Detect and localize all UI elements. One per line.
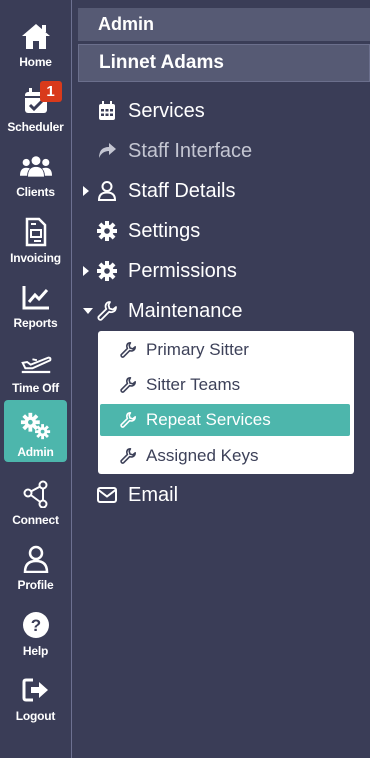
menu-item-permissions[interactable]: Permissions	[82, 254, 237, 288]
menu-item-email[interactable]: Email	[82, 478, 178, 512]
menu-item-maintenance[interactable]: Maintenance	[82, 294, 243, 328]
user-name-header: Linnet Adams	[78, 44, 370, 82]
caret-down-icon	[82, 307, 96, 315]
calendar-icon	[96, 100, 118, 122]
wrench-icon	[120, 341, 138, 359]
nav-profile-label: Profile	[17, 578, 54, 592]
submenu-item-assigned-keys[interactable]: Assigned Keys	[100, 440, 350, 472]
nav-help-label: Help	[22, 644, 49, 658]
nav-logout-label: Logout	[15, 709, 56, 723]
wrench-icon	[120, 411, 138, 429]
submenu-item-sitter-teams[interactable]: Sitter Teams	[100, 369, 350, 401]
nav-admin[interactable]: Admin	[4, 400, 67, 462]
envelope-icon	[96, 484, 118, 506]
gear-icon	[96, 260, 118, 282]
nav-invoicing[interactable]: Invoicing	[4, 210, 67, 272]
nav-scheduler[interactable]: 1 Scheduler	[4, 79, 67, 141]
submenu-item-label: Primary Sitter	[146, 340, 249, 359]
gears-icon	[20, 410, 52, 442]
menu-item-label: Maintenance	[128, 299, 243, 322]
home-icon	[20, 20, 52, 52]
nav-reports-label: Reports	[13, 316, 58, 330]
wrench-icon	[120, 376, 138, 394]
nav-connect-label: Connect	[12, 513, 59, 527]
calendar-check-icon: 1	[20, 81, 62, 117]
submenu-item-repeat-services[interactable]: Repeat Services	[100, 404, 350, 436]
nav-clients-label: Clients	[16, 185, 55, 199]
nav-help[interactable]: ? Help	[4, 603, 67, 665]
section-title: Admin	[78, 8, 370, 41]
menu-item-staff-interface[interactable]: Staff Interface	[82, 134, 252, 168]
nav-connect[interactable]: Connect	[4, 472, 67, 534]
nav-clients[interactable]: Clients	[4, 144, 67, 206]
wrench-icon	[96, 300, 118, 322]
nav-home[interactable]: Home	[4, 14, 67, 76]
menu-item-label: Staff Interface	[128, 139, 253, 162]
caret-right-icon	[82, 265, 96, 277]
menu-item-staff-details[interactable]: Staff Details	[82, 174, 235, 208]
maintenance-submenu: Primary Sitter Sitter Teams Repeat Servi…	[98, 331, 354, 474]
question-circle-icon: ?	[20, 609, 52, 641]
menu-item-label: Settings	[128, 219, 201, 242]
notification-badge: 1	[39, 81, 62, 102]
menu-item-label: Services	[128, 99, 205, 122]
left-nav-rail: Home 1 Scheduler Clients Invoicing Repor…	[0, 0, 72, 758]
users-icon	[19, 150, 52, 182]
menu-item-label: Staff Details	[128, 179, 236, 202]
share-nodes-icon	[20, 478, 52, 510]
nav-home-label: Home	[19, 55, 52, 69]
nav-reports[interactable]: Reports	[4, 275, 67, 337]
nav-timeoff[interactable]: Time Off	[4, 340, 67, 402]
share-arrow-icon	[96, 140, 118, 162]
sign-out-icon	[20, 674, 52, 706]
submenu-item-label: Sitter Teams	[146, 375, 241, 394]
submenu-item-label: Assigned Keys	[146, 446, 259, 465]
wrench-icon	[120, 447, 138, 465]
user-outline-icon	[96, 180, 118, 202]
plane-departure-icon	[20, 346, 52, 378]
svg-text:?: ?	[30, 616, 40, 635]
invoice-icon	[20, 216, 52, 248]
nav-timeoff-label: Time Off	[12, 381, 59, 395]
nav-invoicing-label: Invoicing	[10, 251, 61, 265]
admin-panel: Admin Linnet Adams Services Staff Interf…	[72, 0, 370, 758]
menu-item-label: Permissions	[128, 259, 237, 282]
submenu-item-label: Repeat Services	[146, 410, 271, 429]
nav-logout[interactable]: Logout	[4, 668, 67, 730]
gear-icon	[96, 220, 118, 242]
caret-right-icon	[82, 185, 96, 197]
nav-profile[interactable]: Profile	[4, 537, 67, 599]
submenu-item-primary-sitter[interactable]: Primary Sitter	[100, 334, 350, 366]
menu-item-services[interactable]: Services	[82, 94, 205, 128]
chart-line-icon	[20, 281, 52, 313]
nav-scheduler-label: Scheduler	[7, 120, 64, 134]
menu-item-label: Email	[128, 483, 179, 506]
menu-item-settings[interactable]: Settings	[82, 214, 200, 248]
user-icon	[20, 543, 52, 575]
nav-admin-label: Admin	[17, 445, 54, 459]
